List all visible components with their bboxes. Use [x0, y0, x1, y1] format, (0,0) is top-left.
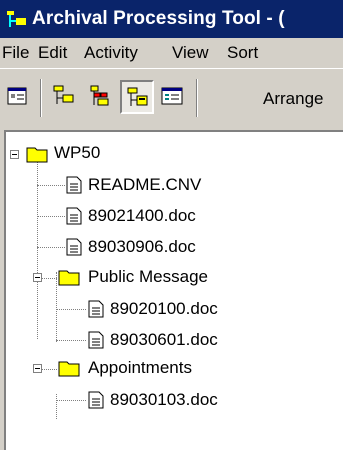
- filter-tree-button[interactable]: [84, 80, 118, 114]
- tree-file-89030601[interactable]: 89030601.doc: [110, 330, 218, 350]
- tree-node-appointments[interactable]: Appointments: [88, 358, 192, 378]
- app-icon: [6, 9, 28, 29]
- tree-connector: [56, 340, 86, 341]
- tree-node-public-message[interactable]: Public Message: [88, 267, 208, 287]
- tree-connector: [56, 400, 86, 401]
- tree-file-readme[interactable]: README.CNV: [88, 175, 201, 195]
- collapse-toggle-wp50[interactable]: [10, 150, 19, 159]
- tree-connector: [37, 159, 38, 339]
- tree-file-89030906[interactable]: 89030906.doc: [88, 237, 196, 257]
- folder-open-icon: [58, 270, 80, 286]
- tree-view-icon: [127, 87, 148, 106]
- tree-node-wp50[interactable]: WP50: [54, 143, 100, 163]
- collapse-toggle-public-message[interactable]: [33, 273, 42, 282]
- tree-connector: [56, 394, 57, 419]
- tree-connector: [56, 272, 57, 342]
- tree-connector: [42, 369, 57, 370]
- document-icon: [88, 331, 104, 349]
- tree-connector: [37, 216, 65, 217]
- window-title: Archival Processing Tool - (: [32, 8, 285, 29]
- arrange-label: Arrange: [263, 89, 324, 108]
- menu-view[interactable]: View: [172, 43, 209, 63]
- properties-icon: [7, 87, 27, 105]
- collapse-toggle-appointments[interactable]: [33, 364, 42, 373]
- menu-sort[interactable]: Sort: [227, 43, 258, 63]
- details-view-icon: [161, 87, 183, 105]
- document-icon: [88, 300, 104, 318]
- folder-tree[interactable]: WP50 README.CNV 89021400.doc 89030906.do…: [4, 130, 343, 450]
- menu-bar: File Edit Activity View Sort: [0, 38, 343, 68]
- tree-connector: [37, 247, 65, 248]
- menu-file[interactable]: File: [2, 43, 29, 63]
- details-view-button[interactable]: [156, 80, 190, 114]
- tree-file-89030103[interactable]: 89030103.doc: [110, 390, 218, 410]
- menu-activity[interactable]: Activity: [84, 43, 138, 63]
- tree-connector: [37, 185, 65, 186]
- toolbar: Arrange: [0, 68, 343, 133]
- tree-file-89021400[interactable]: 89021400.doc: [88, 206, 196, 226]
- document-icon: [66, 238, 82, 256]
- expand-tree-button[interactable]: [48, 80, 82, 114]
- tree-icon: [53, 85, 74, 104]
- folder-open-icon: [26, 147, 48, 163]
- toolbar-separator: [196, 79, 198, 117]
- document-icon: [66, 207, 82, 225]
- document-icon: [66, 176, 82, 194]
- tree-view-button[interactable]: [120, 80, 154, 114]
- tree-file-89020100[interactable]: 89020100.doc: [110, 299, 218, 319]
- folder-open-icon: [58, 361, 80, 377]
- document-icon: [88, 391, 104, 409]
- tree-connector: [42, 278, 57, 279]
- tree-filter-icon: [90, 85, 109, 106]
- menu-edit[interactable]: Edit: [38, 43, 67, 63]
- tree-connector: [56, 309, 86, 310]
- properties-button[interactable]: [2, 80, 36, 114]
- toolbar-separator: [40, 79, 42, 117]
- title-bar[interactable]: Archival Processing Tool - (: [0, 0, 343, 38]
